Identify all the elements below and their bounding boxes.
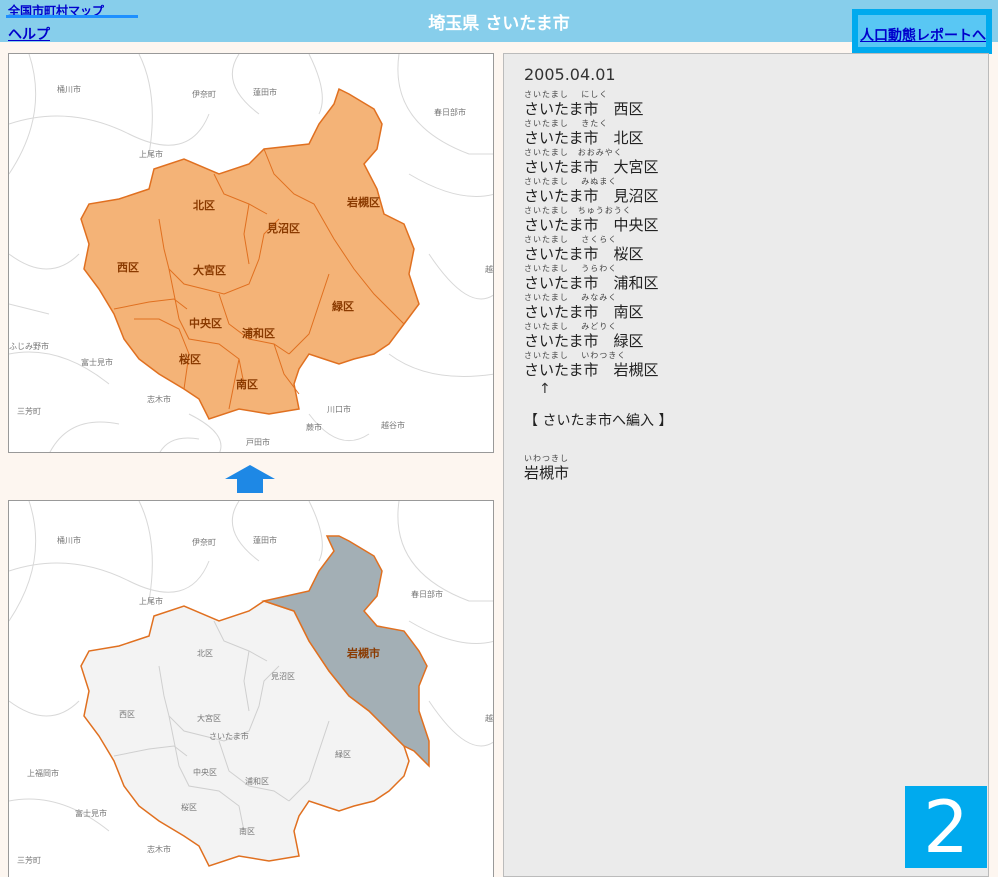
label-ageo: 上尾市	[139, 149, 163, 159]
label-kawaguchi: 川口市	[327, 404, 351, 414]
page-title: 埼玉県 さいたま市	[428, 14, 570, 34]
ward-entry[interactable]: さいたまし いわつきく さいたま市 岩槻区	[524, 351, 659, 380]
highlight-label-group: 岩槻市	[346, 646, 380, 660]
label-koshi-edge: 越	[485, 264, 493, 274]
ward-entry-ruby: さいたまし ちゅうおうく	[524, 206, 632, 215]
label-okegawa: 桶川市	[57, 84, 81, 94]
ward-entry-name: さいたま市 桜区	[524, 245, 644, 263]
ward-entry-ruby: さいたまし おおみやく	[524, 148, 623, 157]
ward-label-omiya: 大宮区	[193, 263, 226, 277]
label-koshigaya: 越谷市	[381, 420, 405, 430]
ward-entry-name: さいたま市 見沼区	[524, 187, 659, 205]
ward-entry[interactable]: さいたまし みなみく さいたま市 南区	[524, 293, 644, 322]
label-fujimino: ふじみ野市	[9, 341, 49, 351]
ward-entry[interactable]: さいたまし さくらく さいたま市 桜区	[524, 235, 644, 264]
label-ina: 伊奈町	[192, 89, 216, 99]
ward-label-midori: 緑区	[332, 299, 354, 313]
label-warabi: 蕨市	[306, 422, 322, 432]
change-date: 2005.04.01	[524, 65, 616, 84]
ward-entry-ruby: さいたまし いわつきく	[524, 351, 627, 360]
old-label-sakura: 桜区	[181, 802, 197, 812]
old-label-midori: 緑区	[335, 749, 351, 759]
merge-note: 【 さいたま市へ編入 】	[524, 413, 673, 429]
label-fujimi-b: 富士見市	[75, 808, 107, 818]
old-label-minuma: 見沼区	[271, 672, 295, 681]
old-label-saitama-city: さいたま市	[209, 731, 249, 741]
label-kamifukuoka: 上福岡市	[27, 768, 59, 778]
label-miyoshi: 三芳町	[17, 406, 41, 416]
label-okegawa-b: 桶川市	[57, 535, 81, 545]
ward-entry[interactable]: さいたまし にしく さいたま市 西区	[524, 90, 644, 119]
ward-entry-ruby: さいたまし さくらく	[524, 235, 618, 244]
ward-entry-ruby: さいたまし みどりく	[524, 322, 618, 331]
label-fujimi: 富士見市	[81, 357, 113, 367]
map-before-merger[interactable]: 桶川市 伊奈町 蓮田市 春日部市 上尾市 上福岡市 富士見市 三芳町 志木市 越…	[8, 500, 494, 877]
map-label-iwatsuki-city: 岩槻市	[346, 646, 380, 660]
former-city-ruby: いわつきし	[524, 454, 569, 463]
population-report-link[interactable]: 人口動態レポートへ	[860, 25, 986, 45]
label-kasukabe-b: 春日部市	[411, 589, 443, 599]
ward-entry-ruby: さいたまし うらわく	[524, 264, 618, 273]
label-miyoshi-b: 三芳町	[17, 855, 41, 865]
former-city-name: 岩槻市	[524, 464, 570, 482]
ward-entry-ruby: さいたまし みぬまく	[524, 177, 618, 186]
old-label-omiya: 大宮区	[197, 713, 221, 723]
old-label-urawa: 浦和区	[245, 776, 269, 786]
label-toda: 戸田市	[246, 437, 270, 447]
old-label-kita: 北区	[197, 649, 213, 658]
ward-entry-name: さいたま市 緑区	[524, 332, 644, 350]
label-hasuda-b: 蓮田市	[253, 535, 277, 545]
map-after-merger[interactable]: 桶川市 伊奈町 蓮田市 春日部市 上尾市 ふじみ野市 富士見市 三芳町 志木市 …	[8, 53, 494, 453]
label-ageo-b: 上尾市	[139, 596, 163, 606]
ward-entry[interactable]: さいたまし うらわく さいたま市 浦和区	[524, 264, 659, 293]
ward-label-nishi: 西区	[117, 261, 139, 274]
ward-entry[interactable]: さいたまし みぬまく さいたま市 見沼区	[524, 177, 659, 206]
ward-label-minami: 南区	[236, 377, 258, 391]
ward-entry-ruby: さいたまし きたく	[524, 119, 609, 128]
old-label-minami: 南区	[239, 826, 255, 836]
ward-entry-name: さいたま市 南区	[524, 303, 644, 321]
ward-entry[interactable]: さいたまし きたく さいたま市 北区	[524, 119, 644, 148]
up-arrow-icon	[225, 465, 275, 497]
ward-entry-name: さいたま市 西区	[524, 100, 644, 118]
ward-entry-name: さいたま市 北区	[524, 129, 644, 147]
ward-entry-name: さいたま市 大宮区	[524, 158, 659, 176]
label-hasuda: 蓮田市	[253, 87, 277, 97]
old-label-chuo: 中央区	[193, 767, 217, 777]
label-kasukabe: 春日部市	[434, 107, 466, 117]
ward-entry-name: さいたま市 中央区	[524, 216, 659, 234]
label-ina-b: 伊奈町	[192, 537, 216, 547]
label-koshi-b: 越	[485, 713, 493, 723]
ward-entry-name: さいたま市 浦和区	[524, 274, 659, 292]
old-label-nishi: 西区	[119, 710, 135, 719]
ward-label-minuma: 見沼区	[266, 221, 300, 235]
ward-label-sakura: 桜区	[179, 352, 201, 366]
ward-entry-name: さいたま市 岩槻区	[524, 361, 659, 379]
ward-label-kita: 北区	[193, 198, 215, 212]
history-panel: 2005.04.01 さいたまし にしく さいたま市 西区 さいたまし きたく …	[503, 53, 989, 877]
merge-direction-arrow: ↑	[539, 381, 551, 397]
ward-entry[interactable]: さいたまし おおみやく さいたま市 大宮区	[524, 148, 659, 177]
step-number-badge: 2	[905, 786, 987, 868]
ward-entry[interactable]: さいたまし ちゅうおうく さいたま市 中央区	[524, 206, 659, 235]
ward-label-iwatsuki: 岩槻区	[346, 195, 380, 209]
former-city-entry[interactable]: いわつきし 岩槻市	[524, 454, 569, 483]
label-shiki-b: 志木市	[147, 844, 171, 854]
ward-entry-ruby: さいたまし にしく	[524, 90, 609, 99]
ward-entry[interactable]: さいたまし みどりく さいたま市 緑区	[524, 322, 644, 351]
saitama-city-shape	[80, 87, 420, 420]
label-shiki: 志木市	[147, 394, 171, 404]
ward-entry-ruby: さいたまし みなみく	[524, 293, 618, 302]
ward-label-urawa: 浦和区	[242, 326, 275, 340]
ward-label-chuo: 中央区	[189, 316, 222, 330]
